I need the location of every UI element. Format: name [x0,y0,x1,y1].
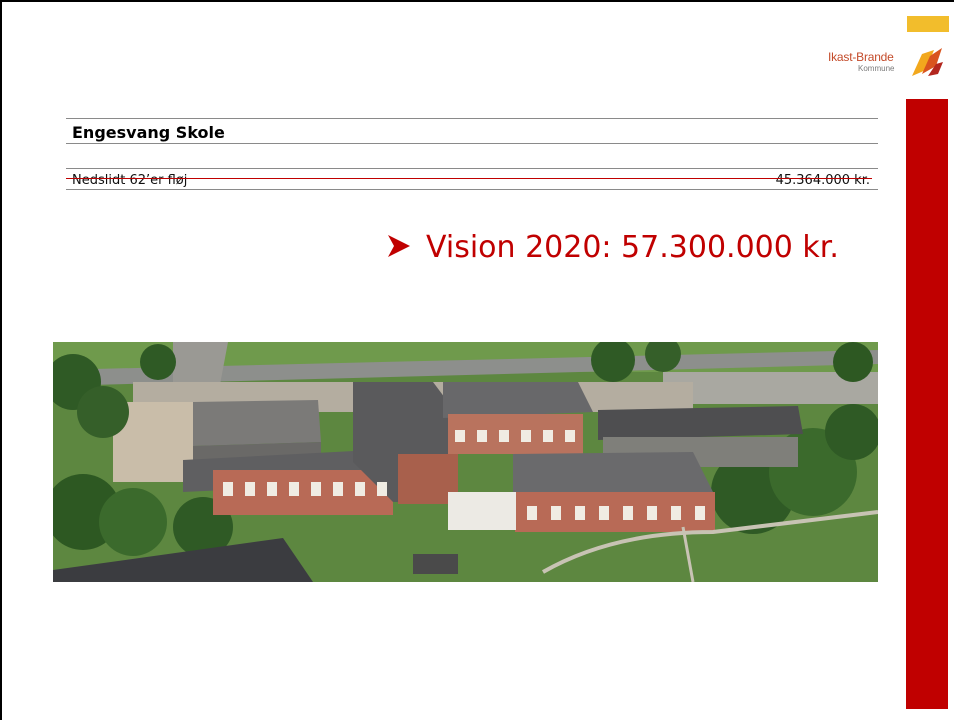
item-amount: 45.364.000 kr. [775,173,870,188]
aerial-photo-drawing [53,342,878,582]
vision-bullet: Vision 2020: 57.300.000 kr. [386,230,839,265]
rule-top [66,118,878,119]
aerial-school-photo [53,342,878,582]
logo-name: Ikast-Brande [828,50,894,64]
rule-row-top [66,168,878,169]
page-title: Engesvang Skole [72,123,225,142]
slide: Ikast-Brande Kommune Engesvang Skole Ned… [0,0,954,720]
arrow-bullet-icon [388,235,410,257]
rule-row-bottom [66,189,878,190]
accent-yellow-bar [907,16,949,32]
ikast-brande-logo: Ikast-Brande Kommune [828,46,946,78]
logo-sub: Kommune [858,64,895,73]
rule-under-title [66,143,878,144]
accent-red-bar [906,99,948,709]
logo-mark-icon [912,48,943,76]
item-label: Nedslidt 62’er fløj [72,173,188,188]
strike-line [66,178,872,179]
vision-text: Vision 2020: 57.300.000 kr. [426,230,839,265]
